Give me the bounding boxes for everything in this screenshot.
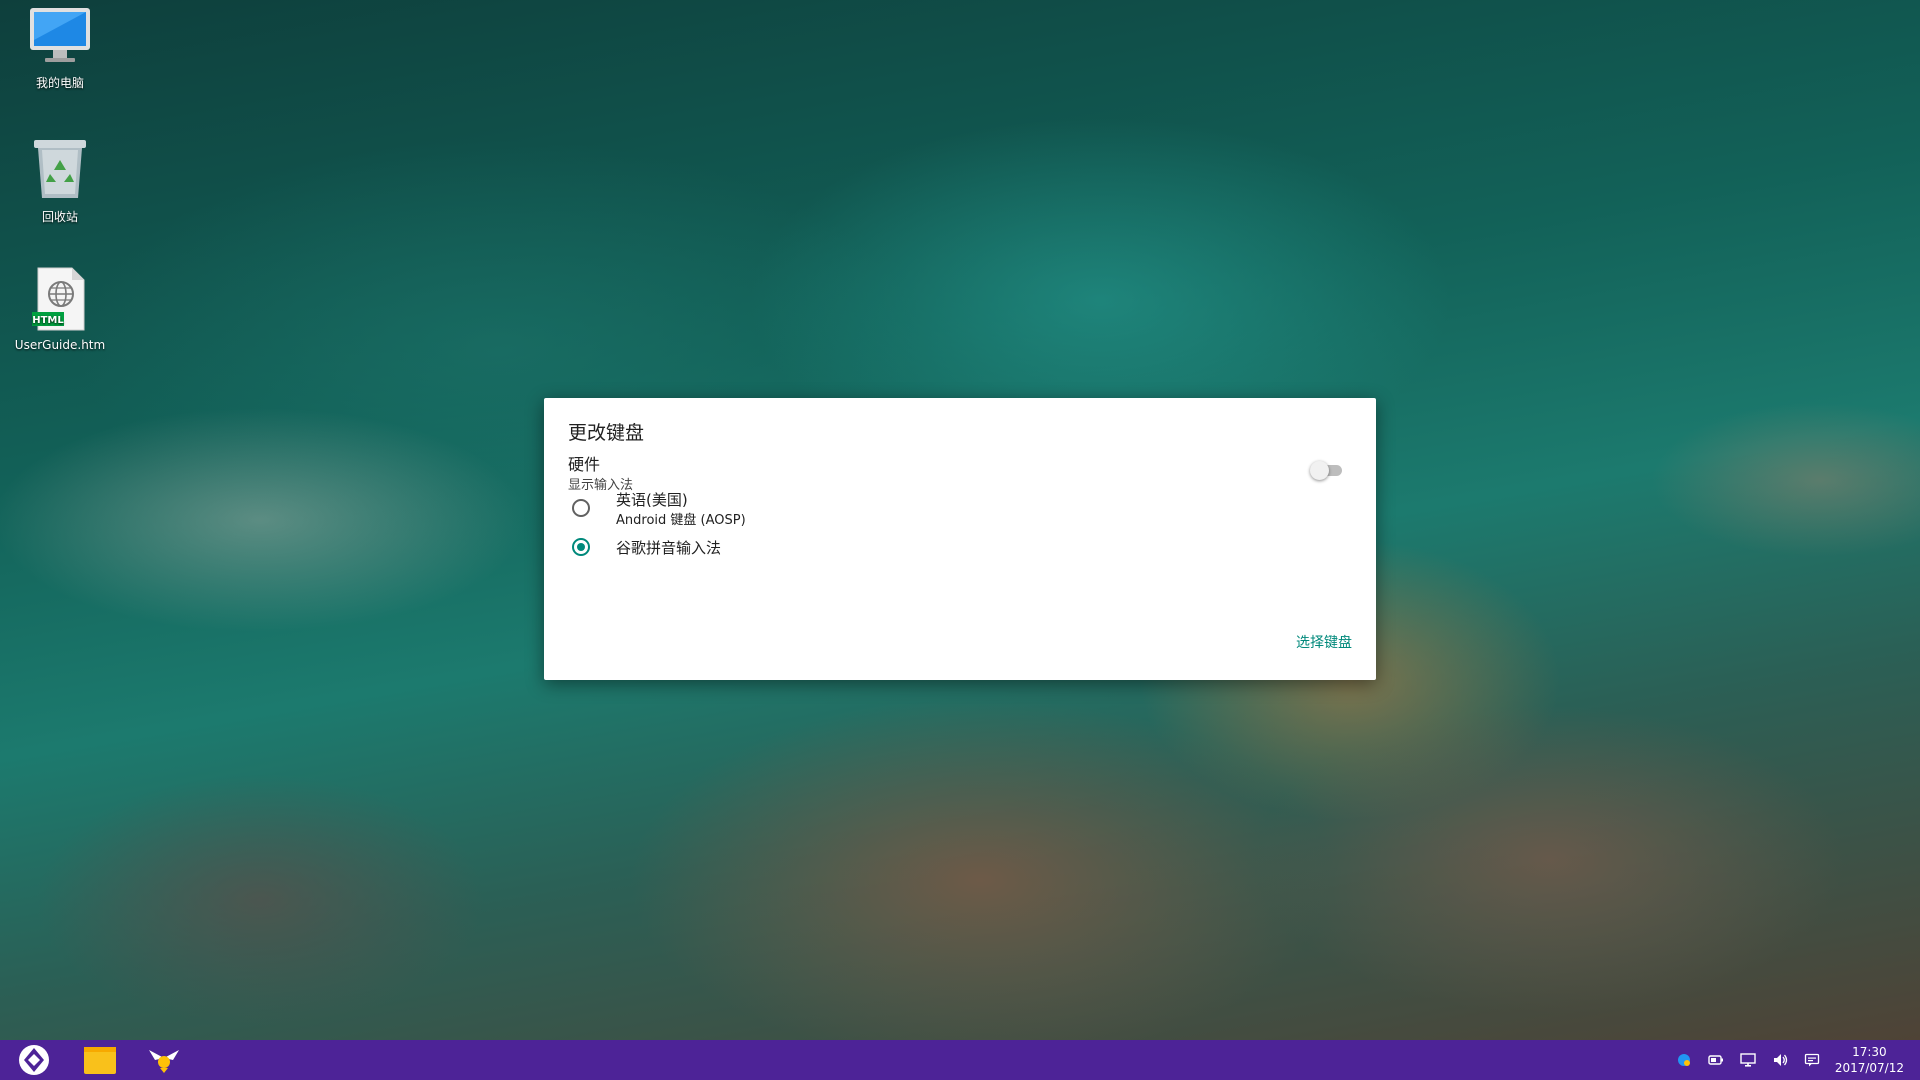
dialog-title: 更改键盘	[568, 422, 645, 444]
taskbar: 17:30 2017/07/12	[0, 1040, 1920, 1080]
desktop-icon-recycle-bin[interactable]: 回收站	[10, 136, 110, 225]
recycle-bin-icon	[34, 140, 86, 198]
clock-date: 2017/07/12	[1834, 1061, 1904, 1075]
option-subtitle: Android 键盘 (AOSP)	[616, 513, 746, 528]
clock-time: 17:30	[1852, 1045, 1887, 1059]
volume-icon[interactable]	[1772, 1052, 1788, 1068]
app-wings-icon	[149, 1050, 179, 1073]
pinyin-ime-icon[interactable]	[1676, 1052, 1692, 1068]
html-file-icon: HTML	[32, 267, 85, 331]
radio-button-english[interactable]	[572, 499, 590, 517]
file-manager-button[interactable]	[78, 1040, 122, 1080]
option-title: 谷歌拼音输入法	[616, 539, 722, 557]
desktop-icon-label: UserGuide.htm	[14, 338, 106, 352]
start-icon	[19, 1045, 49, 1075]
battery-icon[interactable]	[1708, 1052, 1724, 1068]
file-manager-icon	[84, 1047, 116, 1074]
hardware-title: 硬件	[568, 455, 601, 474]
notification-icon[interactable]	[1804, 1052, 1820, 1068]
desktop-icon-label: 我的电脑	[35, 76, 84, 90]
show-ime-toggle[interactable]	[1310, 460, 1344, 480]
app-wings-button[interactable]	[142, 1040, 186, 1080]
toggle-thumb	[1310, 461, 1329, 480]
option-title: 英语(美国)	[616, 491, 688, 509]
start-button[interactable]	[12, 1040, 56, 1080]
display-icon[interactable]	[1740, 1052, 1756, 1068]
computer-icon	[30, 8, 90, 62]
html-badge: HTML	[32, 315, 64, 326]
system-clock[interactable]: 17:30 2017/07/12	[1835, 1044, 1904, 1076]
desktop-icon-my-computer[interactable]: 我的电脑	[10, 6, 110, 91]
desktop-icon-label: 回收站	[41, 210, 78, 224]
radio-button-google-pinyin[interactable]	[572, 538, 590, 556]
desktop-icon-userguide[interactable]: HTML UserGuide.htm	[10, 266, 110, 352]
choose-keyboard-button[interactable]: 选择键盘	[1296, 632, 1352, 652]
change-keyboard-dialog: 更改键盘 硬件 显示输入法 英语(美国) Android 键盘 (AOSP) 谷…	[544, 398, 1376, 680]
